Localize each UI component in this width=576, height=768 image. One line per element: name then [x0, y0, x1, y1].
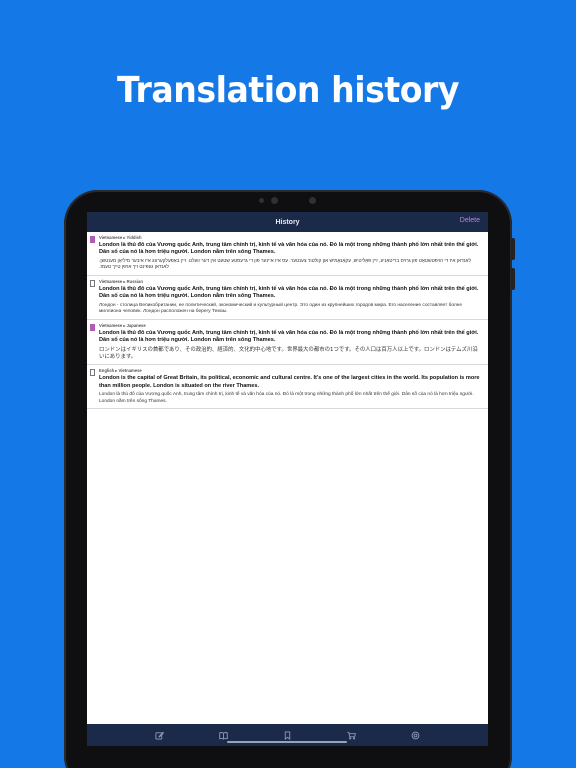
page-title: History	[275, 218, 300, 226]
volume-down-button	[511, 268, 515, 290]
history-entry[interactable]: Vietnamese ▸ Russian London là thủ đô củ…	[87, 276, 488, 320]
cart-icon	[347, 731, 357, 740]
book-icon	[219, 731, 228, 740]
tab-translate[interactable]	[152, 728, 166, 742]
bookmark-icon	[284, 730, 291, 740]
tab-settings[interactable]	[409, 728, 423, 742]
gear-icon	[411, 731, 420, 739]
delete-button[interactable]: Delete	[460, 217, 480, 224]
sensor-dot	[309, 197, 316, 204]
history-list[interactable]: Vietnamese ▸ Yiddish London là thủ đô củ…	[87, 232, 488, 724]
history-entry[interactable]: Vietnamese ▸ Japanese London là thủ đô c…	[87, 320, 488, 366]
language-pair: Vietnamese ▸ Russian	[99, 279, 143, 284]
tab-store[interactable]	[345, 728, 359, 742]
translated-text: ロンドンはイギリスの首都であり、その政治的、経済的、文化的中心地です。世界最大の…	[99, 346, 478, 361]
app-screen: History Delete Vietnamese ▸ Yiddish Lond…	[87, 212, 488, 746]
camera-lens	[271, 197, 278, 204]
promo-title: Translation history	[116, 70, 460, 111]
volume-up-button	[511, 238, 515, 260]
bookmark-filled-icon[interactable]	[90, 236, 95, 243]
translated-text: Лондон - столица Великобритании, ее поли…	[99, 302, 463, 315]
bookmark-outline-icon[interactable]	[90, 280, 95, 287]
navigation-bar: History Delete	[87, 212, 488, 232]
history-entry[interactable]: English ▸ Vietnamese London is the capit…	[87, 365, 488, 410]
language-pair: Vietnamese ▸ Japanese	[99, 323, 146, 328]
bookmark-outline-icon[interactable]	[90, 369, 95, 377]
translated-text: לאנדאן איז די הויפּטשטאָט פון גרויס בריט…	[99, 258, 472, 271]
edit-icon	[155, 731, 164, 740]
source-text: London là thủ đô của Vương quốc Anh, tru…	[99, 242, 479, 256]
language-pair: English ▸ Vietnamese	[99, 368, 142, 374]
bookmark-filled-icon[interactable]	[90, 324, 95, 331]
tab-dictionary[interactable]	[216, 728, 230, 742]
tablet-frame: History Delete Vietnamese ▸ Yiddish Lond…	[64, 190, 515, 768]
tab-bar	[87, 724, 488, 746]
history-entry[interactable]: Vietnamese ▸ Yiddish London là thủ đô củ…	[87, 232, 488, 276]
camera-bar	[64, 196, 512, 206]
home-indicator	[227, 741, 347, 743]
source-text: London là thủ đô của Vương quốc Anh, tru…	[99, 286, 479, 300]
sensor-dot	[259, 198, 264, 203]
language-pair: Vietnamese ▸ Yiddish	[99, 235, 142, 240]
tab-bookmarks[interactable]	[280, 728, 294, 742]
translated-text: London là thủ đô của Vương quốc Anh, tru…	[99, 392, 474, 404]
source-text: London là thủ đô của Vương quốc Anh, tru…	[99, 330, 479, 344]
source-text: London is the capital of Great Britain, …	[99, 375, 480, 389]
